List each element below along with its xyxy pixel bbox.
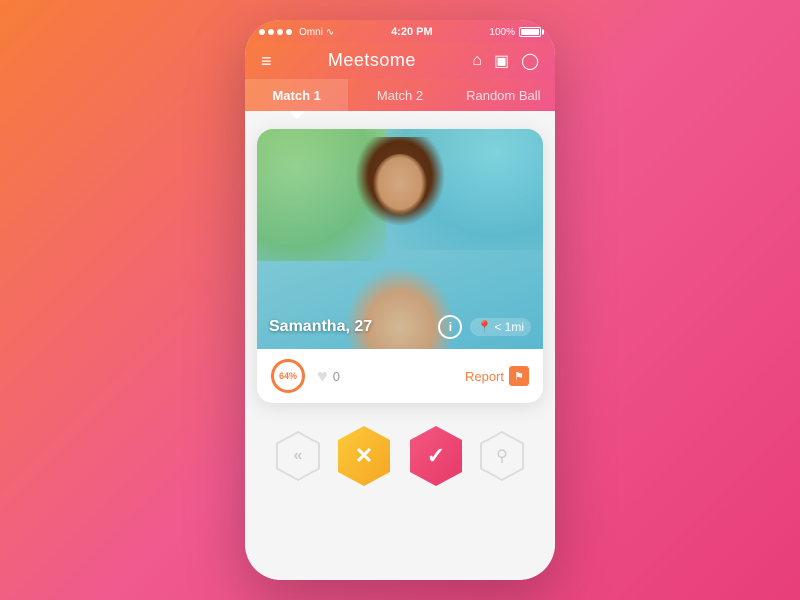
nav-icons: ⌂ ▣ ◯ xyxy=(472,51,539,71)
heart-icon: ♥ xyxy=(317,366,328,387)
phone-frame: Omni ∿ 4:20 PM 100% ≡ Meetsome ⌂ ▣ ◯ Mat… xyxy=(245,20,555,580)
battery-bar xyxy=(519,27,541,37)
like-icon: ✓ xyxy=(427,443,445,469)
main-content: Samantha, 27 i 📍 < 1mi 64% xyxy=(245,111,555,580)
match-percent-circle: 64% xyxy=(271,359,305,393)
bell-icon[interactable]: ◯ xyxy=(521,51,539,71)
hamburger-icon[interactable]: ≡ xyxy=(261,52,272,70)
tab-match2[interactable]: Match 2 xyxy=(348,79,451,111)
pin-icon: 📍 xyxy=(477,320,492,334)
signal-dot-2 xyxy=(268,29,274,35)
signal-dot-3 xyxy=(277,29,283,35)
message-icon[interactable]: ▣ xyxy=(494,51,509,71)
back-button[interactable]: « xyxy=(275,430,321,482)
home-icon[interactable]: ⌂ xyxy=(472,52,482,70)
heart-count: ♥ 0 xyxy=(317,366,340,387)
nav-bar: ≡ Meetsome ⌂ ▣ ◯ xyxy=(245,42,555,79)
card-overlay-icons: i 📍 < 1mi xyxy=(438,315,531,339)
report-button[interactable]: Report ⚑ xyxy=(465,366,529,386)
signal-dot-1 xyxy=(259,29,265,35)
back-icon: « xyxy=(294,447,303,465)
person-face xyxy=(373,154,428,219)
status-left: Omni ∿ xyxy=(259,27,334,38)
wifi-icon: ∿ xyxy=(326,27,334,38)
heart-number: 0 xyxy=(333,369,340,384)
carrier-text: Omni xyxy=(299,27,323,38)
card-image: Samantha, 27 i 📍 < 1mi xyxy=(257,129,543,349)
person-name: Samantha, 27 xyxy=(269,318,372,336)
card-stats: 64% ♥ 0 Report ⚑ xyxy=(257,349,543,403)
location-button[interactable]: ⚲ xyxy=(479,430,525,482)
info-button[interactable]: i xyxy=(438,315,462,339)
app-title: Meetsome xyxy=(328,50,416,71)
card-info-overlay: Samantha, 27 i 📍 < 1mi xyxy=(269,315,531,339)
dislike-button[interactable]: ✕ xyxy=(335,423,393,489)
signal-dot-4 xyxy=(286,29,292,35)
location-badge: 📍 < 1mi xyxy=(470,318,531,336)
flag-icon: ⚑ xyxy=(509,366,529,386)
status-time: 4:20 PM xyxy=(391,26,433,38)
like-button[interactable]: ✓ xyxy=(407,423,465,489)
action-buttons: « ✕ xyxy=(275,423,525,489)
tabs-bar: Match 1 Match 2 Random Ball xyxy=(245,79,555,111)
profile-card: Samantha, 27 i 📍 < 1mi 64% xyxy=(257,129,543,403)
location-icon: ⚲ xyxy=(496,446,508,466)
battery-fill xyxy=(521,29,539,35)
tab-random[interactable]: Random Ball xyxy=(452,79,555,111)
tab-match1[interactable]: Match 1 xyxy=(245,79,348,111)
report-label: Report xyxy=(465,369,504,384)
status-bar: Omni ∿ 4:20 PM 100% xyxy=(245,20,555,42)
battery-percent: 100% xyxy=(489,27,515,38)
status-right: 100% xyxy=(489,27,541,38)
distance-text: < 1mi xyxy=(494,320,524,334)
dislike-icon: ✕ xyxy=(355,443,373,469)
